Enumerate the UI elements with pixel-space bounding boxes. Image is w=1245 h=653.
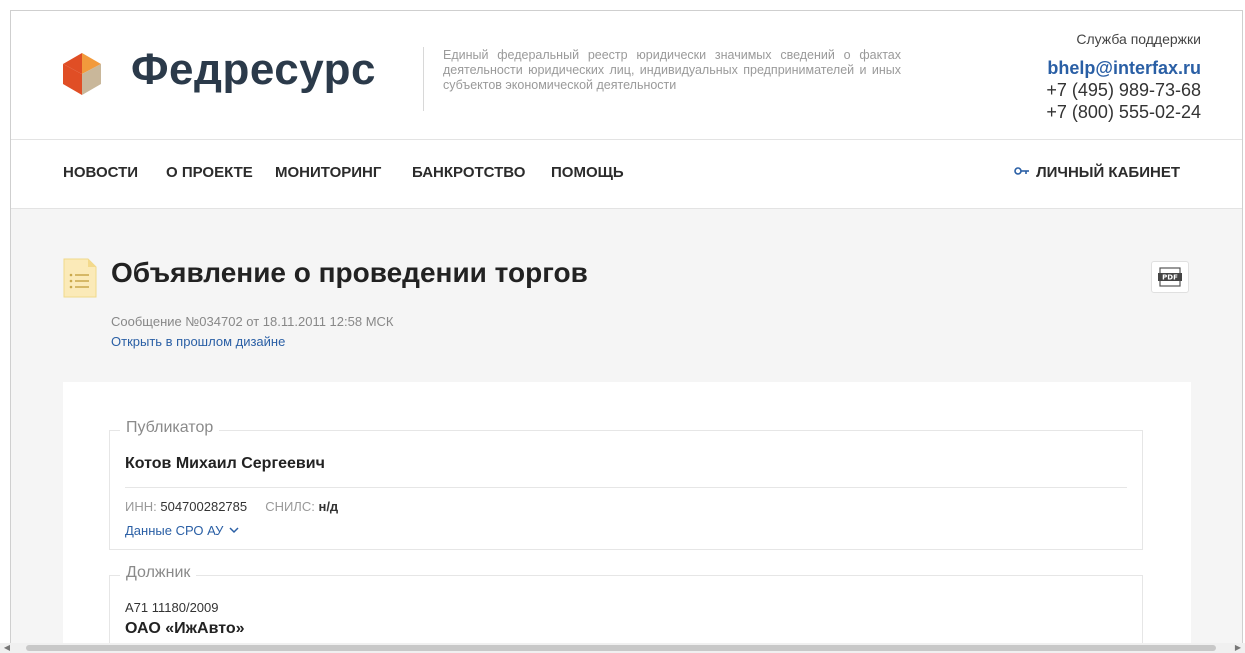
content-area: Объявление о проведении торгов PDF Сообщ… [11,209,1242,652]
personal-cabinet-link[interactable]: ЛИЧНЫЙ КАБИНЕТ [1014,164,1180,181]
scrollbar-thumb[interactable] [26,645,1216,651]
nav-bankruptcy[interactable]: БАНКРОТСТВО [412,164,525,181]
debtor-name: ОАО «ИжАвто» [125,620,245,637]
snils-value: н/д [318,499,339,514]
site-tagline: Единый федеральный реестр юридически зна… [443,48,901,92]
pdf-label: PDF [1162,274,1178,282]
publisher-section: Публикатор Котов Михаил Сергеевич ИНН: 5… [109,419,1143,550]
page-title: Объявление о проведении торгов [111,257,588,288]
message-meta: Сообщение №034702 от 18.11.2011 12:58 МС… [111,314,394,329]
fedresurs-logo-icon[interactable] [63,53,101,95]
publisher-legend: Публикатор [120,419,220,437]
logo-text[interactable]: Федресурс [131,45,376,95]
publisher-name: Котов Михаил Сергеевич [125,455,325,472]
sro-data-label: Данные СРО АУ [125,523,224,538]
snils-label: СНИЛС: [265,499,315,514]
support-block: Служба поддержки bhelp@interfax.ru +7 (4… [1046,31,1201,123]
support-phone-2: +7 (800) 555-02-24 [1046,102,1201,122]
publisher-ids: ИНН: 504700282785 СНИЛС: н/д [125,499,338,514]
support-phone-1: +7 (495) 989-73-68 [1046,80,1201,100]
case-number: А71 11180/2009 [125,600,219,615]
personal-cabinet-label: ЛИЧНЫЙ КАБИНЕТ [1036,164,1180,181]
main-nav: НОВОСТИ О ПРОЕКТЕ МОНИТОРИНГ БАНКРОТСТВО… [11,140,1242,209]
section-divider [125,487,1127,488]
support-email-link[interactable]: bhelp@interfax.ru [1046,57,1201,79]
horizontal-scrollbar[interactable]: ◀ ▶ [0,643,1245,653]
support-title: Служба поддержки [1076,31,1201,47]
nav-news[interactable]: НОВОСТИ [63,164,138,181]
debtor-legend: Должник [120,564,197,582]
pdf-icon: PDF [1158,267,1182,287]
nav-monitoring[interactable]: МОНИТОРИНГ [275,164,381,181]
key-icon [1014,167,1030,175]
scroll-right-icon[interactable]: ▶ [1233,643,1243,653]
old-design-link[interactable]: Открыть в прошлом дизайне [111,334,285,349]
scroll-left-icon[interactable]: ◀ [2,643,12,653]
inn-label: ИНН: [125,499,157,514]
message-card: Публикатор Котов Михаил Сергеевич ИНН: 5… [63,382,1191,652]
header-divider [423,47,424,111]
inn-value: 504700282785 [160,499,248,514]
nav-about[interactable]: О ПРОЕКТЕ [166,164,253,181]
sro-data-toggle[interactable]: Данные СРО АУ [125,523,239,538]
document-list-icon [63,258,97,298]
browser-viewport: Федресурс Единый федеральный реестр юрид… [10,10,1243,653]
debtor-section: Должник А71 11180/2009 ОАО «ИжАвто» [109,564,1143,652]
site-header: Федресурс Единый федеральный реестр юрид… [11,11,1242,140]
pdf-download-button[interactable]: PDF [1151,261,1189,293]
chevron-down-icon [229,527,239,534]
nav-help[interactable]: ПОМОЩЬ [551,164,624,181]
